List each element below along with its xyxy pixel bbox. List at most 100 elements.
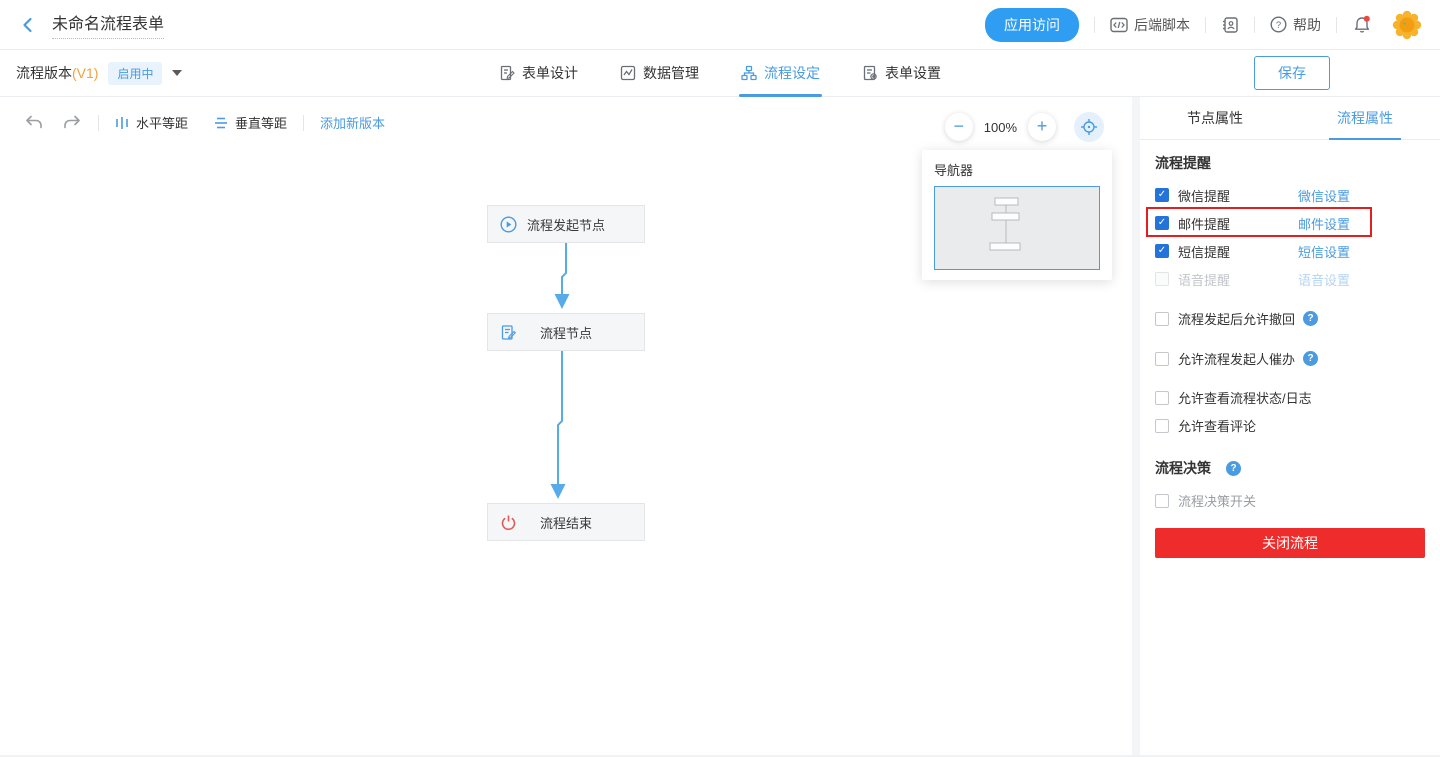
option-label: 允许流程发起人催办 xyxy=(1178,352,1296,367)
tab-data-management[interactable]: 数据管理 xyxy=(620,50,699,97)
data-management-icon xyxy=(620,65,636,81)
voice-settings-link: 语音设置 xyxy=(1298,272,1351,288)
redo-icon xyxy=(64,115,80,129)
sms-reminder-checkbox[interactable] xyxy=(1155,244,1169,258)
version-tag: (V1) xyxy=(72,65,99,81)
zoom-level: 100% xyxy=(983,119,1017,135)
reminder-row-sms: 短信提醒 短信设置 xyxy=(1155,237,1425,265)
help-icon[interactable]: ? xyxy=(1303,311,1319,326)
divider xyxy=(1205,16,1206,33)
option-row-withdraw: 流程发起后允许撤回 ? xyxy=(1155,309,1425,328)
reminder-row-voice: 语音提醒 语音设置 xyxy=(1155,265,1425,293)
reminder-label: 邮件提醒 xyxy=(1178,216,1231,232)
tab-node-properties[interactable]: 节点属性 xyxy=(1140,97,1290,139)
toolbar-row: 流程版本 (V1) 启用中 表单设计 数据管理 流程设定 表单设置 保存 xyxy=(0,50,1440,97)
play-icon xyxy=(500,215,517,233)
canvas-zoom-controls: 100% xyxy=(944,112,1104,142)
form-icon xyxy=(500,324,517,341)
wechat-reminder-checkbox[interactable] xyxy=(1155,188,1169,202)
flow-settings-icon xyxy=(741,65,757,81)
node-flow-step[interactable]: 流程节点 xyxy=(487,313,645,351)
flower-avatar-icon xyxy=(1392,10,1422,39)
module-tabs: 表单设计 数据管理 流程设定 表单设置 xyxy=(499,50,941,97)
allow-view-comments-checkbox[interactable] xyxy=(1155,418,1169,433)
power-icon xyxy=(500,514,517,531)
decision-section-label: 流程决策 xyxy=(1155,460,1211,476)
question-circle-icon: ? xyxy=(1270,16,1287,33)
zoom-out-button[interactable] xyxy=(944,113,973,141)
panel-tab-label: 流程属性 xyxy=(1337,110,1393,126)
help-icon[interactable]: ? xyxy=(1226,460,1241,476)
version-dropdown-caret[interactable] xyxy=(172,70,183,76)
sms-settings-link[interactable]: 短信设置 xyxy=(1298,242,1350,261)
bell-icon xyxy=(1354,15,1370,33)
code-icon xyxy=(1110,17,1128,32)
add-version-link[interactable]: 添加新版本 xyxy=(320,113,385,132)
svg-text:?: ? xyxy=(1276,20,1281,31)
avatar[interactable] xyxy=(1392,10,1422,40)
tab-form-settings[interactable]: 表单设置 xyxy=(862,50,941,97)
decision-switch-checkbox[interactable] xyxy=(1155,493,1169,508)
reminder-row-email: 邮件提醒 邮件设置 xyxy=(1155,209,1425,237)
option-label: 允许查看评论 xyxy=(1178,419,1257,434)
option-row-urge: 允许流程发起人催办 ? xyxy=(1155,349,1425,368)
panel-tab-label: 节点属性 xyxy=(1187,110,1243,126)
divider xyxy=(303,114,305,131)
contacts-button[interactable] xyxy=(1221,16,1239,34)
back-button[interactable] xyxy=(18,15,38,35)
flow-canvas[interactable]: 水平等距 垂直等距 添加新版本 100% xyxy=(0,97,1132,755)
locate-icon xyxy=(1081,119,1097,135)
wechat-settings-link[interactable]: 微信设置 xyxy=(1298,186,1350,205)
node-flow-start[interactable]: 流程发起节点 xyxy=(487,205,645,243)
option-label: 允许查看流程状态/日志 xyxy=(1178,391,1312,406)
tab-label: 数据管理 xyxy=(643,65,699,81)
status-badge[interactable]: 启用中 xyxy=(108,61,163,85)
backend-script-button[interactable]: 后端脚本 xyxy=(1110,15,1190,35)
redo-button[interactable] xyxy=(63,115,82,130)
panel-divider xyxy=(1132,97,1140,755)
decision-switch-label: 流程决策开关 xyxy=(1178,494,1257,509)
close-flow-button[interactable]: 关闭流程 xyxy=(1155,528,1425,558)
allow-view-status-checkbox[interactable] xyxy=(1155,390,1169,405)
divider xyxy=(1094,16,1095,33)
distribute-horizontal-label: 水平等距 xyxy=(136,116,189,131)
distribute-vertical-button[interactable]: 垂直等距 xyxy=(214,113,287,132)
notification-button[interactable] xyxy=(1352,15,1372,35)
form-settings-icon xyxy=(863,65,877,81)
navigator-title: 导航器 xyxy=(934,163,974,178)
email-settings-link[interactable]: 邮件设置 xyxy=(1298,214,1350,233)
voice-reminder-checkbox xyxy=(1155,272,1169,286)
decision-section-title: 流程决策 ? xyxy=(1155,458,1425,478)
navigator-panel: 导航器 xyxy=(922,150,1112,280)
app-access-button[interactable]: 应用访问 xyxy=(985,7,1079,42)
reminder-row-wechat: 微信提醒 微信设置 xyxy=(1155,181,1425,209)
active-panel-tab-underline xyxy=(1329,138,1401,140)
allow-urge-checkbox[interactable] xyxy=(1155,351,1169,366)
notification-dot xyxy=(1363,15,1370,22)
tab-form-design[interactable]: 表单设计 xyxy=(499,50,578,97)
tab-flow-settings[interactable]: 流程设定 xyxy=(739,50,822,97)
undo-button[interactable] xyxy=(24,115,43,130)
save-button[interactable]: 保存 xyxy=(1254,56,1330,90)
email-reminder-checkbox[interactable] xyxy=(1155,216,1169,230)
address-book-icon xyxy=(1223,16,1238,33)
decision-switch-row: 流程决策开关 xyxy=(1155,491,1425,510)
backend-script-label: 后端脚本 xyxy=(1134,16,1190,33)
reminder-label: 短信提醒 xyxy=(1178,244,1231,260)
node-flow-end[interactable]: 流程结束 xyxy=(487,503,645,541)
tab-label: 表单设计 xyxy=(522,65,578,81)
allow-withdraw-checkbox[interactable] xyxy=(1155,311,1169,326)
distribute-horizontal-button[interactable]: 水平等距 xyxy=(115,113,188,132)
help-icon[interactable]: ? xyxy=(1303,351,1319,366)
distribute-horizontal-icon xyxy=(116,116,128,129)
option-row-view-status: 允许查看流程状态/日志 xyxy=(1155,388,1425,407)
navigator-minimap[interactable] xyxy=(934,186,1100,270)
tab-flow-properties[interactable]: 流程属性 xyxy=(1290,97,1440,140)
locate-button[interactable] xyxy=(1074,112,1104,142)
page-title[interactable]: 未命名流程表单 xyxy=(52,10,165,39)
tab-label: 流程设定 xyxy=(764,65,820,81)
form-design-icon xyxy=(500,65,515,81)
zoom-in-button[interactable] xyxy=(1028,113,1056,141)
help-button[interactable]: ? 帮助 xyxy=(1270,15,1321,35)
reminder-section-title: 流程提醒 xyxy=(1155,155,1211,171)
